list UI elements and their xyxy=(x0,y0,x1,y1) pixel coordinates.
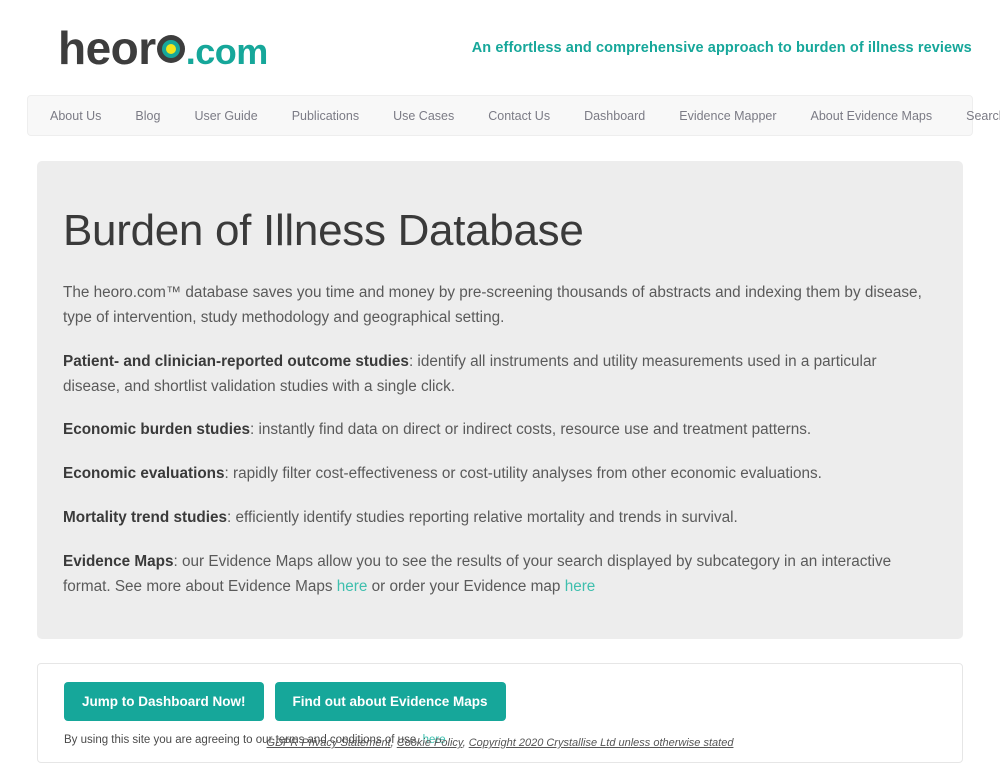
jump-to-dashboard-button[interactable]: Jump to Dashboard Now! xyxy=(64,682,264,721)
page-title: Burden of Illness Database xyxy=(63,207,937,255)
intro-paragraph: The heoro.com™ database saves you time a… xyxy=(63,281,923,331)
feature-paragraph-burden: Economic burden studies: instantly find … xyxy=(63,418,923,443)
feature-lead-evidence-maps: Evidence Maps xyxy=(63,553,174,570)
feature-paragraph-mortality: Mortality trend studies: efficiently ide… xyxy=(63,506,923,531)
feature-body-mortality: : efficiently identify studies reporting… xyxy=(227,509,738,526)
evidence-maps-body-2: or order your Evidence map xyxy=(367,578,564,595)
nav-wrapper: About Us Blog User Guide Publications Us… xyxy=(27,95,973,136)
nav-item-search-strategy[interactable]: Search Strategy xyxy=(966,109,1000,123)
logo-text-teal: .com xyxy=(186,34,268,70)
copyright-link[interactable]: Copyright 2020 Crystallise Ltd unless ot… xyxy=(469,737,734,749)
evidence-maps-order-link[interactable]: here xyxy=(565,578,596,595)
feature-lead-evaluations: Economic evaluations xyxy=(63,465,225,482)
nav-item-publications[interactable]: Publications xyxy=(292,109,359,123)
nav-item-user-guide[interactable]: User Guide xyxy=(194,109,257,123)
nav-item-about-us[interactable]: About Us xyxy=(50,109,101,123)
site-header: heor .com An effortless and comprehensiv… xyxy=(0,0,1000,95)
feature-body-evaluations: : rapidly filter cost-effectiveness or c… xyxy=(225,465,822,482)
nav-item-use-cases[interactable]: Use Cases xyxy=(393,109,454,123)
nav-item-evidence-mapper[interactable]: Evidence Mapper xyxy=(679,109,776,123)
feature-lead-burden: Economic burden studies xyxy=(63,421,250,438)
cookie-policy-link[interactable]: Cookie Policy xyxy=(397,737,463,749)
find-out-about-evidence-maps-button[interactable]: Find out about Evidence Maps xyxy=(275,682,506,721)
feature-body-burden: : instantly find data on direct or indir… xyxy=(250,421,811,438)
content-panel: Burden of Illness Database The heoro.com… xyxy=(37,161,963,639)
feature-paragraph-pro: Patient- and clinician-reported outcome … xyxy=(63,350,923,400)
gdpr-privacy-statement-link[interactable]: GDPR Privacy Statement xyxy=(267,737,391,749)
nav-item-contact-us[interactable]: Contact Us xyxy=(488,109,550,123)
nav-item-about-evidence-maps[interactable]: About Evidence Maps xyxy=(811,109,933,123)
intro-text: The heoro.com™ database saves you time a… xyxy=(63,284,922,326)
site-tagline: An effortless and comprehensive approach… xyxy=(472,40,972,56)
target-circle-icon xyxy=(157,35,185,63)
feature-paragraph-evidence-maps: Evidence Maps: our Evidence Maps allow y… xyxy=(63,550,923,600)
evidence-maps-more-link[interactable]: here xyxy=(337,578,368,595)
feature-lead-mortality: Mortality trend studies xyxy=(63,509,227,526)
nav-item-blog[interactable]: Blog xyxy=(135,109,160,123)
feature-paragraph-evaluations: Economic evaluations: rapidly filter cos… xyxy=(63,462,923,487)
nav-item-dashboard[interactable]: Dashboard xyxy=(584,109,645,123)
feature-lead-pro: Patient- and clinician-reported outcome … xyxy=(63,353,409,370)
site-footer: GDPR Privacy Statement, Cookie Policy, C… xyxy=(0,737,1000,749)
site-logo[interactable]: heor .com xyxy=(58,25,268,71)
action-button-row: Jump to Dashboard Now! Find out about Ev… xyxy=(64,682,936,721)
main-navigation: About Us Blog User Guide Publications Us… xyxy=(27,95,973,136)
logo-text-dark: heor xyxy=(58,25,156,71)
